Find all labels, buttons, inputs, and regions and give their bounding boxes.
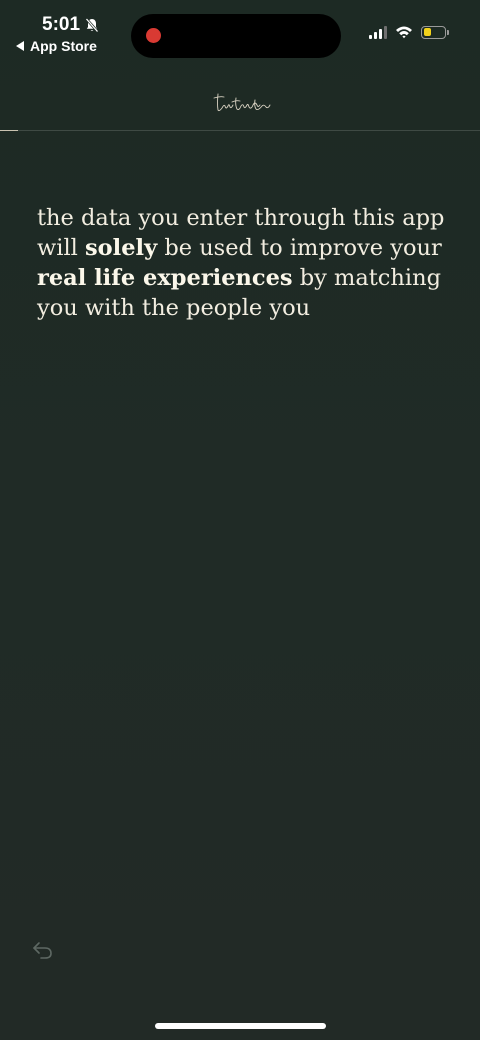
message-bold-solely: solely xyxy=(85,235,158,261)
home-indicator[interactable] xyxy=(155,1023,326,1029)
status-indicators xyxy=(369,25,449,39)
handwritten-logo-icon xyxy=(213,93,271,112)
header-divider xyxy=(0,130,480,131)
battery-icon xyxy=(421,25,449,39)
undo-arrow-icon[interactable] xyxy=(30,937,56,961)
message-part-2: be used to improve your xyxy=(157,235,442,261)
back-to-app-store-link[interactable]: App Store xyxy=(16,38,97,54)
progress-accent xyxy=(0,130,18,131)
bell-slash-icon xyxy=(85,18,99,33)
back-triangle-icon xyxy=(16,41,24,51)
back-app-label: App Store xyxy=(30,38,97,54)
cellular-signal-icon xyxy=(369,25,387,39)
privacy-message: the data you enter through this app will… xyxy=(37,203,457,323)
dynamic-island xyxy=(131,14,341,58)
battery-level xyxy=(423,28,431,36)
wifi-icon xyxy=(396,26,412,39)
message-bold-real-life-experiences: real life experiences xyxy=(37,265,293,291)
status-time: 5:01 xyxy=(42,14,100,36)
recording-indicator-icon xyxy=(146,28,161,43)
status-time-label: 5:01 xyxy=(42,14,81,35)
